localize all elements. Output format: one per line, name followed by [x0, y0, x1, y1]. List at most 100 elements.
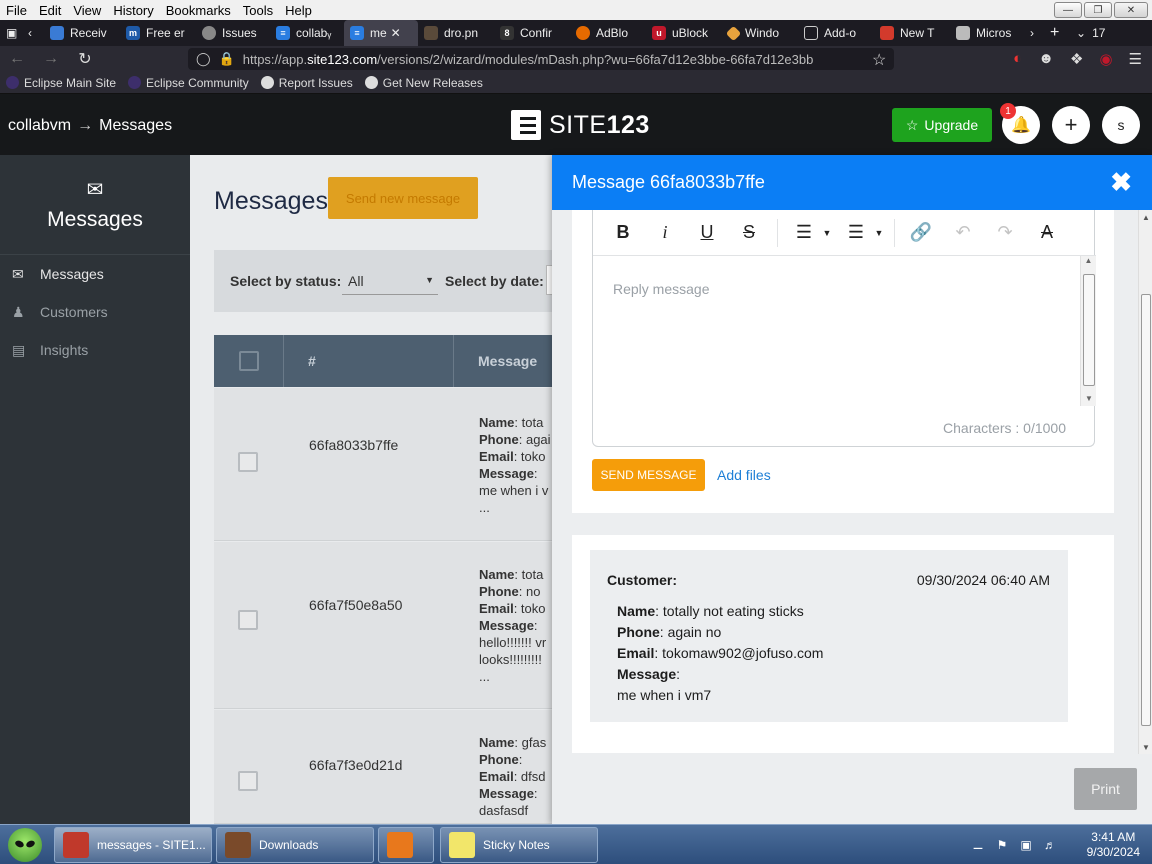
editor-scroll-thumb[interactable]	[1083, 274, 1095, 386]
restore-window-button[interactable]: ❐	[1084, 2, 1112, 18]
tab-windows[interactable]: Windo	[722, 20, 798, 46]
print-button[interactable]: Print	[1074, 768, 1137, 810]
close-window-button[interactable]: ✕	[1114, 2, 1148, 18]
tab-free-email[interactable]: m Free er	[120, 20, 196, 46]
tray-minus-icon[interactable]: ⚊	[970, 837, 986, 853]
reply-message-textarea[interactable]: Reply message ▲ ▼	[593, 256, 1096, 406]
taskbar-downloads[interactable]: Downloads	[216, 827, 374, 863]
bullet-list-icon[interactable]: ☰	[842, 219, 870, 247]
menu-help[interactable]: Help	[279, 3, 318, 18]
url-bar[interactable]: ◯ 🔒 https://app. site123.com/versions/2/w…	[188, 48, 894, 70]
menu-history[interactable]: History	[107, 3, 159, 18]
breadcrumb-site[interactable]: collabvm	[8, 117, 71, 134]
taskbar-media-player[interactable]	[378, 827, 434, 863]
new-tab-plus-icon[interactable]: +	[1044, 20, 1070, 46]
column-header-message[interactable]: Message	[454, 353, 537, 369]
reload-icon[interactable]: ↻	[68, 49, 102, 69]
tab-collabvm[interactable]: ≡ collabᵧ	[270, 20, 344, 46]
italic-icon[interactable]: i	[651, 219, 679, 247]
taskbar-sticky-notes[interactable]: Sticky Notes	[440, 827, 598, 863]
tab-scroll-left-icon[interactable]: ‹	[22, 20, 44, 46]
start-button[interactable]	[2, 826, 48, 864]
send-new-message-button[interactable]: Send new message	[328, 177, 478, 219]
menu-file[interactable]: File	[0, 3, 33, 18]
bookmark-get-new-releases[interactable]: Get New Releases	[359, 76, 489, 90]
tab-messages-active[interactable]: ≡ me ✕	[344, 20, 418, 46]
taskbar-clock[interactable]: 3:41 AM 9/30/2024	[1087, 830, 1140, 860]
close-tab-icon[interactable]: ✕	[391, 26, 401, 40]
tab-ublock[interactable]: u uBlock	[646, 20, 722, 46]
user-avatar-button[interactable]: s	[1102, 106, 1140, 144]
sidebar-item-customers[interactable]: ♟ Customers	[0, 293, 190, 331]
site123-logo[interactable]: SITE 123	[511, 110, 650, 140]
filter-date-label: Select by date:	[445, 273, 544, 289]
panel-scroll-thumb[interactable]	[1141, 294, 1151, 726]
link-icon[interactable]: 🔗	[907, 219, 935, 247]
tab-issues[interactable]: Issues	[196, 20, 270, 46]
row-checkbox[interactable]	[238, 452, 258, 472]
bookmark-star-icon[interactable]: ☆	[872, 50, 886, 70]
column-header-number[interactable]: #	[284, 335, 454, 387]
sidebar-item-insights[interactable]: ▤ Insights	[0, 331, 190, 369]
bookmark-report-issues[interactable]: Report Issues	[255, 76, 359, 90]
underline-icon[interactable]: U	[693, 219, 721, 247]
forward-arrow-icon[interactable]: →	[34, 50, 68, 68]
sidebar-item-messages[interactable]: ✉ Messages	[0, 255, 190, 293]
clear-format-icon[interactable]: A	[1033, 219, 1061, 247]
bold-icon[interactable]: B	[609, 219, 637, 247]
account-icon[interactable]: ☻	[1038, 50, 1054, 68]
tab-addons[interactable]: Add-o	[798, 20, 874, 46]
close-panel-icon[interactable]: ✖	[1110, 169, 1132, 195]
tab-dropn[interactable]: dro.pn	[418, 20, 494, 46]
scroll-down-icon[interactable]: ▼	[1139, 740, 1152, 754]
bookmark-eclipse-community[interactable]: Eclipse Community	[122, 76, 255, 90]
send-message-button[interactable]: SEND MESSAGE	[592, 459, 705, 491]
menu-edit[interactable]: Edit	[33, 3, 67, 18]
redo-icon[interactable]: ↷	[991, 219, 1019, 247]
users-icon: ♟	[12, 303, 25, 320]
ordered-list-icon[interactable]: ☰	[790, 219, 818, 247]
scroll-up-icon[interactable]: ▲	[1081, 256, 1096, 268]
editor-scrollbar[interactable]: ▲ ▼	[1080, 256, 1096, 406]
tray-network-icon[interactable]: ▣	[1018, 837, 1034, 853]
editor-toolbar: B i U S ☰ ▼ ☰ ▼ 🔗 ↶ ↷ A	[593, 210, 1096, 256]
menu-tools[interactable]: Tools	[237, 3, 279, 18]
tab-confirm[interactable]: 8 Confir	[494, 20, 570, 46]
customer-date: 09/30/2024 06:40 AM	[916, 572, 1050, 588]
row-checkbox[interactable]	[238, 610, 258, 630]
tab-receiv[interactable]: Receiv	[44, 20, 120, 46]
add-files-link[interactable]: Add files	[717, 467, 771, 483]
bullet-list-caret-icon[interactable]: ▼	[874, 219, 884, 247]
menu-bookmarks[interactable]: Bookmarks	[160, 3, 237, 18]
tab-list-icon[interactable]: ▣	[0, 20, 22, 46]
upgrade-button[interactable]: ☆ Upgrade	[892, 108, 992, 142]
browser-tab-strip: ▣ ‹ Receiv m Free er Issues ≡ collabᵧ ≡ me ✕…	[0, 20, 1152, 46]
extensions-puzzle-icon[interactable]: ❖	[1070, 50, 1083, 68]
hamburger-menu-icon[interactable]: ☰	[1129, 50, 1142, 68]
strikethrough-icon[interactable]: S	[735, 219, 763, 247]
tab-scroll-right-icon[interactable]: ›	[1024, 20, 1044, 46]
bookmark-eclipse-main[interactable]: Eclipse Main Site	[0, 76, 122, 90]
status-select[interactable]: All ▼	[342, 265, 438, 295]
scroll-up-icon[interactable]: ▲	[1139, 210, 1152, 224]
select-all-checkbox[interactable]	[238, 351, 259, 371]
tab-microsoft[interactable]: Micros	[950, 20, 1024, 46]
minimize-window-button[interactable]: —	[1054, 2, 1082, 18]
panel-scrollbar[interactable]: ▲ ▼	[1138, 210, 1152, 754]
undo-icon[interactable]: ↶	[949, 219, 977, 247]
scroll-down-icon[interactable]: ▼	[1081, 394, 1097, 406]
tray-volume-icon[interactable]: ♬	[1042, 837, 1058, 853]
tab-count-dropdown[interactable]: ⌄ 17	[1070, 20, 1116, 46]
sidebar-header: ✉ Messages	[0, 155, 190, 255]
ordered-list-caret-icon[interactable]: ▼	[822, 219, 832, 247]
tab-adblock[interactable]: AdBlo	[570, 20, 646, 46]
extension-icon[interactable]: ◐	[1013, 50, 1022, 68]
back-arrow-icon[interactable]: ←	[0, 50, 34, 68]
menu-view[interactable]: View	[67, 3, 107, 18]
add-button[interactable]: +	[1052, 106, 1090, 144]
row-checkbox[interactable]	[238, 771, 258, 791]
ublock-toolbar-icon[interactable]: ◉	[1099, 50, 1112, 68]
tray-flag-icon[interactable]: ⚑	[994, 837, 1010, 853]
taskbar-firefox-messages[interactable]: messages - SITE1...	[54, 827, 212, 863]
tab-new-tab[interactable]: New T	[874, 20, 950, 46]
